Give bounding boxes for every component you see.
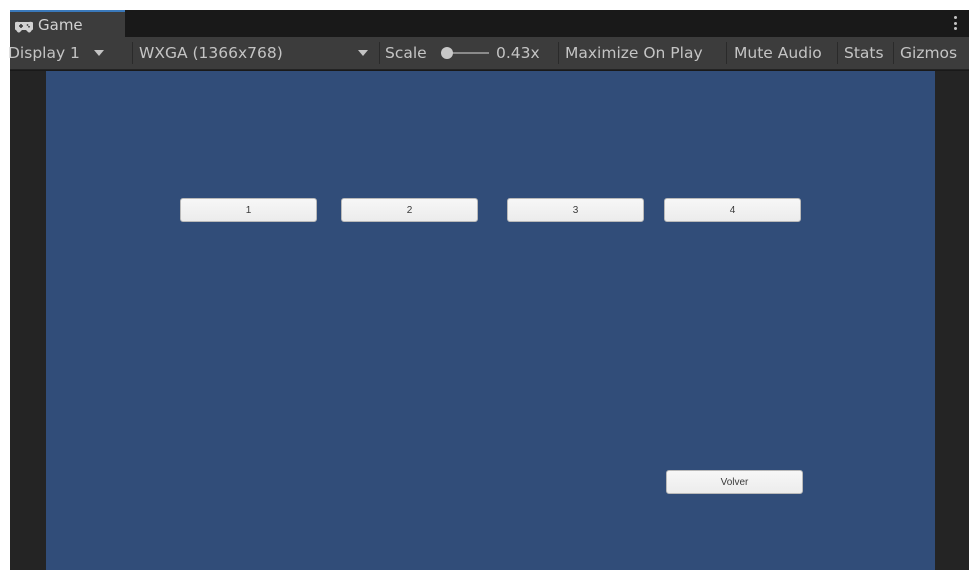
display-dropdown[interactable]: Display 1 (8, 37, 128, 69)
tab-title: Game (38, 15, 83, 34)
tab-bar: Game (10, 10, 969, 37)
game-toolbar: Display 1 WXGA (1366x768) Scale 0.43x Ma… (8, 37, 969, 70)
resolution-dropdown[interactable]: WXGA (1366x768) (139, 37, 377, 69)
more-options-icon[interactable] (951, 14, 959, 32)
maximize-on-play-toggle[interactable]: Maximize On Play (565, 37, 703, 69)
gamepad-icon (13, 19, 35, 32)
game-window: Game Display 1 WXGA (1366x768) Scale 0.4… (8, 10, 969, 570)
tab-game[interactable]: Game (10, 10, 125, 37)
game-button-1[interactable]: 1 (180, 198, 317, 222)
gizmos-toggle[interactable]: Gizmos (900, 37, 957, 69)
chevron-down-icon (358, 50, 368, 56)
resolution-label: WXGA (1366x768) (139, 44, 283, 62)
game-canvas: 1 2 3 4 Volver (46, 71, 935, 570)
stats-toggle[interactable]: Stats (844, 37, 884, 69)
slider-thumb[interactable] (441, 47, 453, 59)
game-button-2[interactable]: 2 (341, 198, 478, 222)
display-label: Display 1 (8, 44, 80, 62)
scale-slider[interactable] (441, 47, 489, 59)
game-viewport: 1 2 3 4 Volver (10, 71, 969, 570)
chevron-down-icon (93, 50, 104, 56)
scale-value: 0.43x (496, 44, 540, 62)
game-button-3[interactable]: 3 (507, 198, 644, 222)
volver-button[interactable]: Volver (666, 470, 803, 494)
game-button-4[interactable]: 4 (664, 198, 801, 222)
mute-audio-toggle[interactable]: Mute Audio (734, 37, 822, 69)
scale-label: Scale (385, 44, 427, 62)
